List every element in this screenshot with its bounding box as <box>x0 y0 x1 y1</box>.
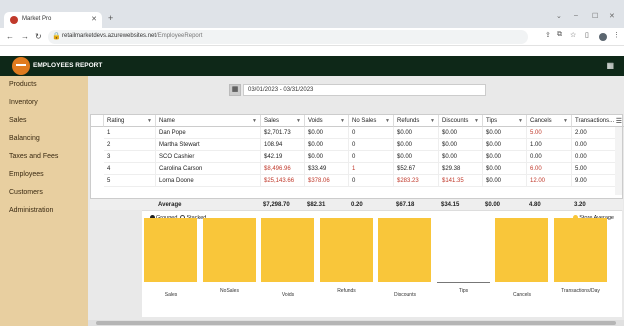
category-label-transactions-day: Transactions/Day <box>561 288 600 294</box>
table-row[interactable]: 4 Carolina Carson $8,496.96 $33.49 1 $52… <box>91 163 616 175</box>
table-row[interactable]: 5 Lorna Doone $25,143.66 $378.06 0 $283.… <box>91 175 616 187</box>
sidebar-item-inventory[interactable]: Inventory <box>0 94 88 112</box>
column-menu-icon: ▼ <box>430 118 435 124</box>
sidebar-item-employees[interactable]: Employees <box>0 166 88 184</box>
basketball-logo-icon[interactable] <box>12 57 30 75</box>
app-header: EMPLOYEES REPORT ▦ <box>0 56 624 76</box>
category-label-tips: Tips <box>458 288 469 294</box>
sidebar: Products Inventory Sales Balancing Taxes… <box>0 76 88 326</box>
column-header-voids[interactable]: Voids ▼ <box>305 115 349 127</box>
column-menu-icon: ▼ <box>296 118 301 124</box>
column-menu-icon: ▼ <box>252 118 257 124</box>
bar-discounts[interactable] <box>378 218 431 282</box>
browser-tab[interactable]: Market Pro ✕ <box>4 12 102 28</box>
category-label-discounts: Discounts <box>394 292 416 298</box>
column-menu-icon: ▼ <box>563 118 568 124</box>
category-label-refunds: Refunds <box>337 288 356 294</box>
browser-tab-bar: Market Pro ✕ + ⌄ ‒ ☐ ✕ <box>0 0 624 28</box>
category-label-voids: Voids <box>281 292 295 298</box>
reload-button[interactable]: ↻ <box>35 32 42 41</box>
page-title: EMPLOYEES REPORT <box>33 62 103 69</box>
market-pro-favicon-icon <box>10 16 18 24</box>
new-tab-button[interactable]: + <box>108 13 113 23</box>
bookmark-star-icon[interactable]: ☆ <box>570 31 576 39</box>
back-button[interactable]: ← <box>6 32 14 41</box>
sidebar-item-customers[interactable]: Customers <box>0 184 88 202</box>
lock-icon: 🔒 <box>52 33 61 40</box>
column-menu-icon: ▼ <box>518 118 523 124</box>
sidebar-item-administration[interactable]: Administration <box>0 202 88 220</box>
column-menu-icon: ▼ <box>340 118 345 124</box>
row-selector-header <box>91 115 104 127</box>
column-menu-icon: ▼ <box>385 118 390 124</box>
bar-transactions-day[interactable] <box>553 218 607 282</box>
employees-table: Rating ▼ Name ▼ Sales ▼ Voids ▼ No Sales ▼ Re… <box>90 114 624 208</box>
address-bar-row: ← → ↻ 🔒 retailmarketdevs.azurewebsites.n… <box>0 28 624 46</box>
date-range-input[interactable]: 03/01/2023 - 03/31/2023 <box>243 84 486 96</box>
calendar-icon[interactable]: ▦ <box>229 84 241 96</box>
column-header-refunds[interactable]: Refunds ▼ <box>394 115 439 127</box>
column-header-name[interactable]: Name ▼ <box>156 115 261 127</box>
maximize-button[interactable]: ☐ <box>592 12 598 20</box>
sidepanel-icon[interactable]: ▯ <box>585 31 589 39</box>
column-menu-icon: ▼ <box>474 118 479 124</box>
table-row[interactable]: 1 Dan Pope $2,701.73 $0.00 0 $0.00 $0.00… <box>91 127 616 139</box>
url-field[interactable]: 🔒 retailmarketdevs.azurewebsites.net/Emp… <box>48 30 528 44</box>
table-footer-average: Average $7,298.70 $82.31 0.20 $67.18 $34… <box>90 198 623 210</box>
main-content: ▦ 03/01/2023 - 03/31/2023 Rating ▼ Name ▼ … <box>88 76 624 326</box>
tab-close-icon[interactable]: ✕ <box>91 15 97 23</box>
category-label-sales: Sales <box>164 292 178 298</box>
sidebar-item-products[interactable]: Products <box>0 76 88 94</box>
column-header-transactions[interactable]: Transactions... ☰ <box>572 115 624 127</box>
bar-sales[interactable] <box>144 218 197 282</box>
sidebar-item-balancing[interactable]: Balancing <box>0 130 88 148</box>
bar-nosales[interactable] <box>202 218 256 282</box>
column-header-discounts[interactable]: Discounts ▼ <box>439 115 483 127</box>
column-header-sales[interactable]: Sales ▼ <box>261 115 305 127</box>
bar-tips <box>436 282 490 283</box>
bar-cancels[interactable] <box>495 218 548 282</box>
collapse-tabs-icon[interactable]: ⌄ <box>556 12 562 20</box>
table-row[interactable]: 3 SCO Cashier $42.19 $0.00 0 $0.00 $0.00… <box>91 151 616 163</box>
comparison-chart: Grouped Stacked Store Average SalesNoSal… <box>142 210 622 317</box>
page-top-spacer <box>0 46 624 56</box>
sidebar-item-taxes-and-fees[interactable]: Taxes and Fees <box>0 148 88 166</box>
column-header-cancels[interactable]: Cancels ▼ <box>527 115 572 127</box>
table-vertical-scrollbar[interactable] <box>615 127 622 195</box>
sidebar-item-sales[interactable]: Sales <box>0 112 88 130</box>
forward-button[interactable]: → <box>21 32 29 41</box>
table-row[interactable]: 2 Martha Stewart 108.94 $0.00 0 $0.00 $0… <box>91 139 616 151</box>
kebab-menu-icon[interactable]: ⋮ <box>613 31 620 39</box>
horizontal-scrollbar[interactable] <box>88 320 624 326</box>
apps-grid-icon[interactable]: ▦ <box>606 61 614 70</box>
column-header-rating[interactable]: Rating ▼ <box>104 115 156 127</box>
url-text: retailmarketdevs.azurewebsites.net/Emplo… <box>62 33 203 39</box>
bar-voids[interactable] <box>261 218 314 282</box>
cast-icon[interactable]: ⧉ <box>557 31 562 39</box>
share-icon[interactable]: ⇪ <box>545 31 551 39</box>
category-label-nosales: NoSales <box>220 288 239 294</box>
window-close-button[interactable]: ✕ <box>609 12 615 20</box>
column-header-tips[interactable]: Tips ▼ <box>483 115 527 127</box>
tab-title: Market Pro <box>22 16 52 22</box>
profile-icon[interactable] <box>599 33 607 41</box>
column-menu-icon: ▼ <box>147 118 152 124</box>
category-label-cancels: Cancels <box>512 292 532 298</box>
minimize-button[interactable]: ‒ <box>574 12 578 19</box>
bar-refunds[interactable] <box>319 218 373 282</box>
column-header-nosales[interactable]: No Sales ▼ <box>349 115 394 127</box>
